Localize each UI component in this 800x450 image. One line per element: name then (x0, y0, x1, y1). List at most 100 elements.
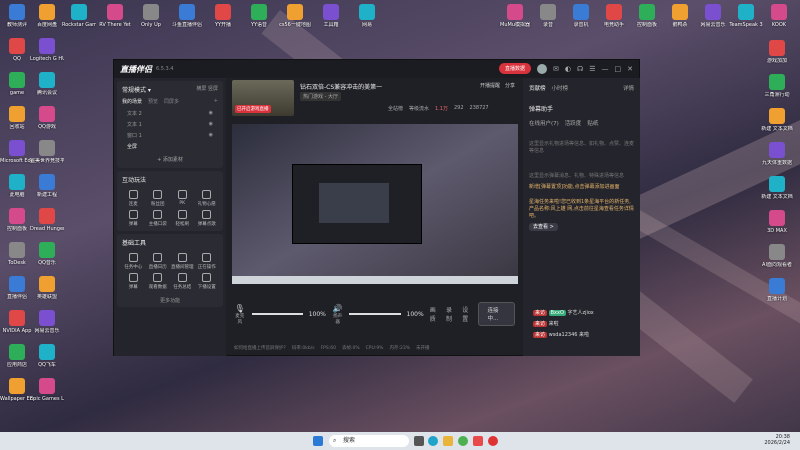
mail-icon[interactable]: ✉ (553, 65, 559, 73)
scene-item[interactable]: 文本 2 ◉ (117, 108, 223, 119)
add-source-button[interactable]: + 添加素材 (117, 152, 223, 168)
desktop-icon[interactable]: 教师测评 (0, 4, 34, 28)
menu-icon[interactable]: ☰ (589, 65, 595, 73)
desktop-icon[interactable]: KOOK (762, 4, 796, 28)
desktop-icon[interactable]: 网易 (350, 4, 384, 28)
desktop-icon[interactable]: 新建工程 (30, 174, 64, 198)
start-reminder[interactable]: 开播提醒 (480, 82, 500, 89)
eye-icon[interactable]: ◉ (209, 121, 213, 128)
desktop-icon[interactable]: 游戏加加 (760, 40, 794, 64)
mic-volume-slider[interactable] (251, 313, 303, 315)
tool-button[interactable]: 任务中心 (121, 253, 146, 270)
stream-cover[interactable]: 已开启游戏直播 (232, 80, 294, 116)
tool-button[interactable]: 连麦 (121, 190, 146, 207)
desktop-icon[interactable]: 3D MAX (760, 210, 794, 234)
tool-button[interactable]: 直播间管理 (170, 253, 195, 270)
desktop-icon[interactable]: AI面向观看者 (760, 244, 794, 268)
close-icon[interactable]: ✕ (627, 65, 633, 73)
tab-multi[interactable]: 同屏多 (164, 98, 179, 105)
desktop-icon[interactable]: Wallpaper Engine (0, 378, 34, 402)
desktop-icon[interactable]: QQ飞车 (30, 344, 64, 368)
microphone-icon[interactable]: 🎙 (234, 304, 246, 313)
windows-start-icon[interactable] (313, 436, 323, 446)
taskbar-search[interactable]: ⌕ 搜索 (329, 435, 409, 447)
desktop-icon[interactable]: 录音机 (564, 4, 598, 28)
speaker-icon[interactable]: 🔊 (332, 304, 344, 313)
desktop-icon[interactable]: Only Up (134, 4, 168, 28)
tool-button[interactable]: 粉丝团 (146, 190, 171, 207)
desktop-icon[interactable]: 网易云音乐 (30, 310, 64, 334)
desktop-icon[interactable]: RV There Yet (98, 4, 132, 28)
edge-icon[interactable] (428, 436, 438, 446)
tool-button[interactable]: 正在操作 (195, 253, 220, 270)
mode-dropdown[interactable]: 常规模式 ▾ (122, 85, 151, 94)
desktop-icon[interactable]: 应用商店 (0, 344, 34, 368)
add-scene-icon[interactable]: + (214, 98, 218, 105)
tool-button[interactable]: 礼物心愿 (195, 190, 220, 207)
mode-portrait[interactable]: 竖屏 (208, 86, 218, 92)
desktop-icon[interactable]: 新建 文本文档 (760, 176, 794, 200)
tab-my-scenes[interactable]: 我的场景 (122, 98, 142, 105)
maximize-icon[interactable]: □ (615, 65, 622, 73)
tool-button[interactable]: 弹幕 (121, 273, 146, 290)
tab-activity[interactable]: 活跃度 (565, 119, 582, 127)
tab-stickers[interactable]: 贴纸 (587, 119, 598, 127)
connect-button[interactable]: 连接中... (478, 302, 515, 326)
scene-item[interactable]: 文本 1 ◉ (117, 119, 223, 130)
desktop-icon[interactable]: cs56一键地图 (278, 4, 312, 28)
desktop-icon[interactable]: 直播伴侣 (0, 276, 34, 300)
system-clock[interactable]: 20:38 2026/2/24 (764, 434, 790, 446)
eye-icon[interactable]: ◉ (209, 132, 213, 139)
desktop-icon[interactable]: Logitech G HUB (30, 38, 64, 62)
tab-online-users[interactable]: 在线用户(7) (529, 119, 559, 127)
desktop-icon[interactable]: QQ游戏 (30, 106, 64, 130)
settings-button[interactable]: 设置 (462, 305, 472, 323)
desktop-icon[interactable]: 英雄联盟 (30, 276, 64, 300)
mode-landscape[interactable]: 横屏 (196, 86, 206, 92)
stream-title[interactable]: 钻石双倍-CS兼容冲击的美第一 (300, 82, 382, 91)
chrome-icon[interactable] (458, 436, 468, 446)
desktop-icon[interactable]: 网易云音乐 (696, 4, 730, 28)
help-link[interactable]: 如何给直播上传首屏保护? (234, 345, 286, 351)
theme-icon[interactable]: ◐ (565, 65, 571, 73)
minimize-icon[interactable]: — (602, 65, 609, 73)
desktop-icon[interactable]: 回收站 (0, 106, 34, 130)
live-companion-taskbar-icon[interactable] (473, 436, 483, 446)
desktop-icon[interactable]: 九天体重数据 (760, 142, 794, 166)
desktop-icon[interactable]: 控制面板 (630, 4, 664, 28)
desktop-icon[interactable]: 腾讯会议 (30, 72, 64, 96)
more-features-button[interactable]: 更多功能 (117, 294, 223, 307)
stream-category[interactable]: 热门游戏 - 大厅 (300, 92, 341, 101)
task-view-icon[interactable] (414, 436, 424, 446)
live-data-button[interactable]: 直播数据 (499, 63, 532, 74)
desktop-icon[interactable]: Microsoft Edge (0, 140, 34, 164)
desktop-icon[interactable]: 此电脑 (0, 174, 34, 198)
desktop-icon[interactable]: ToDesk (0, 242, 34, 266)
eye-icon[interactable]: ◉ (209, 110, 213, 117)
desktop-icon[interactable]: TeamSpeak 3 (729, 4, 763, 28)
tool-button[interactable]: 任务总结 (170, 273, 195, 290)
desktop-icon[interactable]: game (0, 72, 34, 96)
desktop-icon[interactable]: 三角洲行动 (760, 74, 794, 98)
stream-preview[interactable] (232, 124, 518, 284)
record-button[interactable]: 录制 (446, 305, 456, 323)
tool-button[interactable]: 下播设置 (195, 273, 220, 290)
desktop-icon[interactable]: YY开播 (206, 4, 240, 28)
desktop-icon[interactable]: 鹅鸭杀 (663, 4, 697, 28)
tab-contribution[interactable]: 贡献榜 (529, 84, 546, 92)
netease-music-icon[interactable] (488, 436, 498, 446)
desktop-icon[interactable]: NVIDIA App (0, 310, 34, 334)
desktop-icon[interactable]: QQ音乐 (30, 242, 64, 266)
tool-button[interactable]: PK (170, 190, 195, 207)
desktop-icon[interactable]: 新建 文本文档 (760, 108, 794, 132)
scene-item[interactable]: 全屏 (117, 141, 223, 152)
tool-button[interactable]: 弹幕点歌 (195, 210, 220, 227)
tool-button[interactable]: 主播口袋 (146, 210, 171, 227)
tool-button[interactable]: 直播日历 (146, 253, 171, 270)
desktop-icon[interactable]: QQ (0, 38, 34, 62)
desktop-icon[interactable]: 完美世界竞技平台 (30, 140, 64, 164)
headset-icon[interactable]: ☊ (577, 65, 583, 73)
desktop-icon[interactable]: 百度网盘 (30, 4, 64, 28)
share-button[interactable]: 分享 (505, 82, 515, 89)
desktop-icon[interactable]: 电竞助手 (597, 4, 631, 28)
